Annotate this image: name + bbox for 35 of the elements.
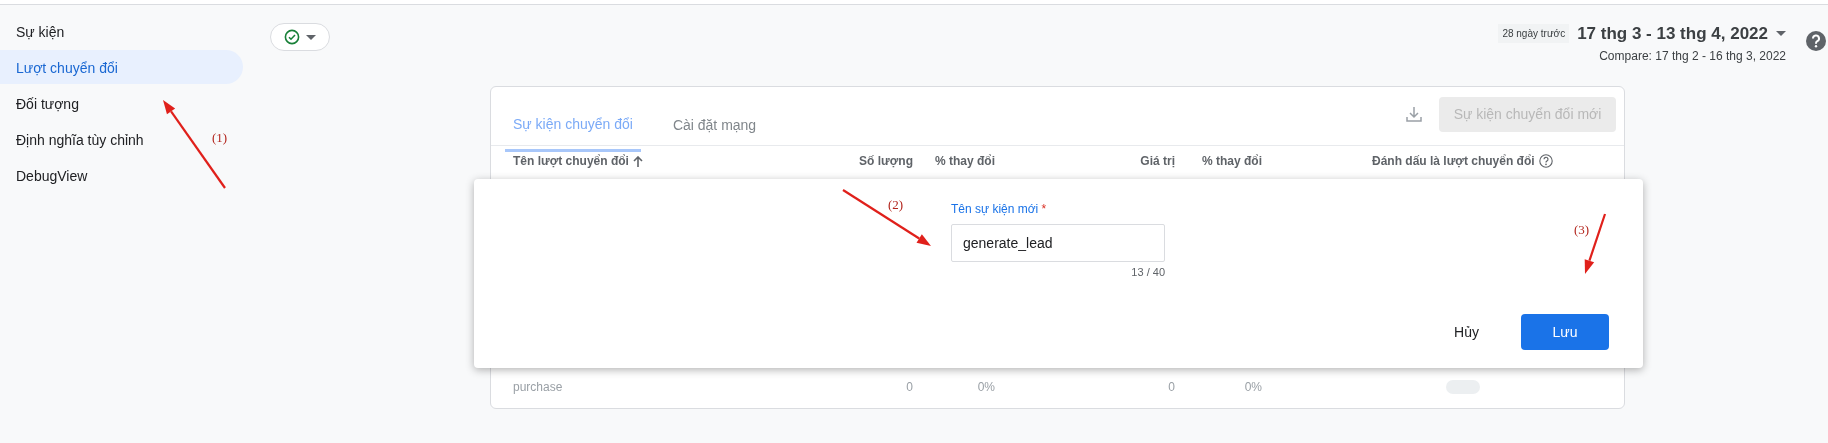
date-range[interactable]: 17 thg 3 - 13 thg 4, 2022 <box>1577 21 1768 47</box>
column-header: % thay đổi <box>935 153 995 170</box>
sort-up-icon[interactable] <box>632 155 643 167</box>
caret-icon[interactable] <box>1776 31 1786 37</box>
column-header[interactable]: Tên lượt chuyển đổi <box>513 152 629 170</box>
annotation-label: (2) <box>888 197 904 212</box>
check-circle-icon <box>284 29 300 45</box>
compare-range: Compare: 17 thg 2 - 16 thg 3, 2022 <box>1599 47 1786 65</box>
save-button[interactable]: Lưu <box>1521 314 1609 350</box>
table-cell-text: 0% <box>1243 379 1262 396</box>
sidebar-item[interactable]: Đối tượng <box>0 86 243 120</box>
table-cell-text: 0 <box>905 379 913 396</box>
column-header: Số lượng <box>859 153 913 170</box>
column-header: % thay đổi <box>1202 153 1262 170</box>
status-dropdown[interactable] <box>270 23 330 51</box>
sidebar-item[interactable]: DebugView <box>0 158 243 192</box>
annotation-label: (3) <box>1574 222 1590 237</box>
event-name-field[interactable]: generate_lead <box>951 223 1165 262</box>
sidebar-item[interactable]: Lượt chuyển đổi <box>0 50 243 84</box>
download-icon[interactable] <box>1405 105 1423 123</box>
help-icon[interactable] <box>1806 31 1826 51</box>
help-icon[interactable] <box>1538 154 1553 168</box>
annotation-label: (1) <box>212 130 228 145</box>
column-header: Đánh dấu là lượt chuyển đổi <box>1372 153 1535 170</box>
column-header: Giá trị <box>1140 153 1175 170</box>
caret-icon <box>306 34 316 40</box>
cancel-button[interactable]: Hủy <box>1442 314 1491 350</box>
table-cell-text: 0 <box>1167 379 1175 396</box>
character-counter: 13 / 40 <box>1130 264 1165 280</box>
table-cell-text: 0% <box>976 379 995 396</box>
date-preset: 28 ngày trước <box>1498 24 1570 44</box>
field-label: Tên sự kiện mới * <box>951 200 1048 218</box>
tab[interactable]: Cài đặt mạng <box>664 99 765 152</box>
sidebar-item[interactable]: Sự kiện <box>0 14 243 48</box>
table-cell-text: purchase <box>513 379 564 396</box>
